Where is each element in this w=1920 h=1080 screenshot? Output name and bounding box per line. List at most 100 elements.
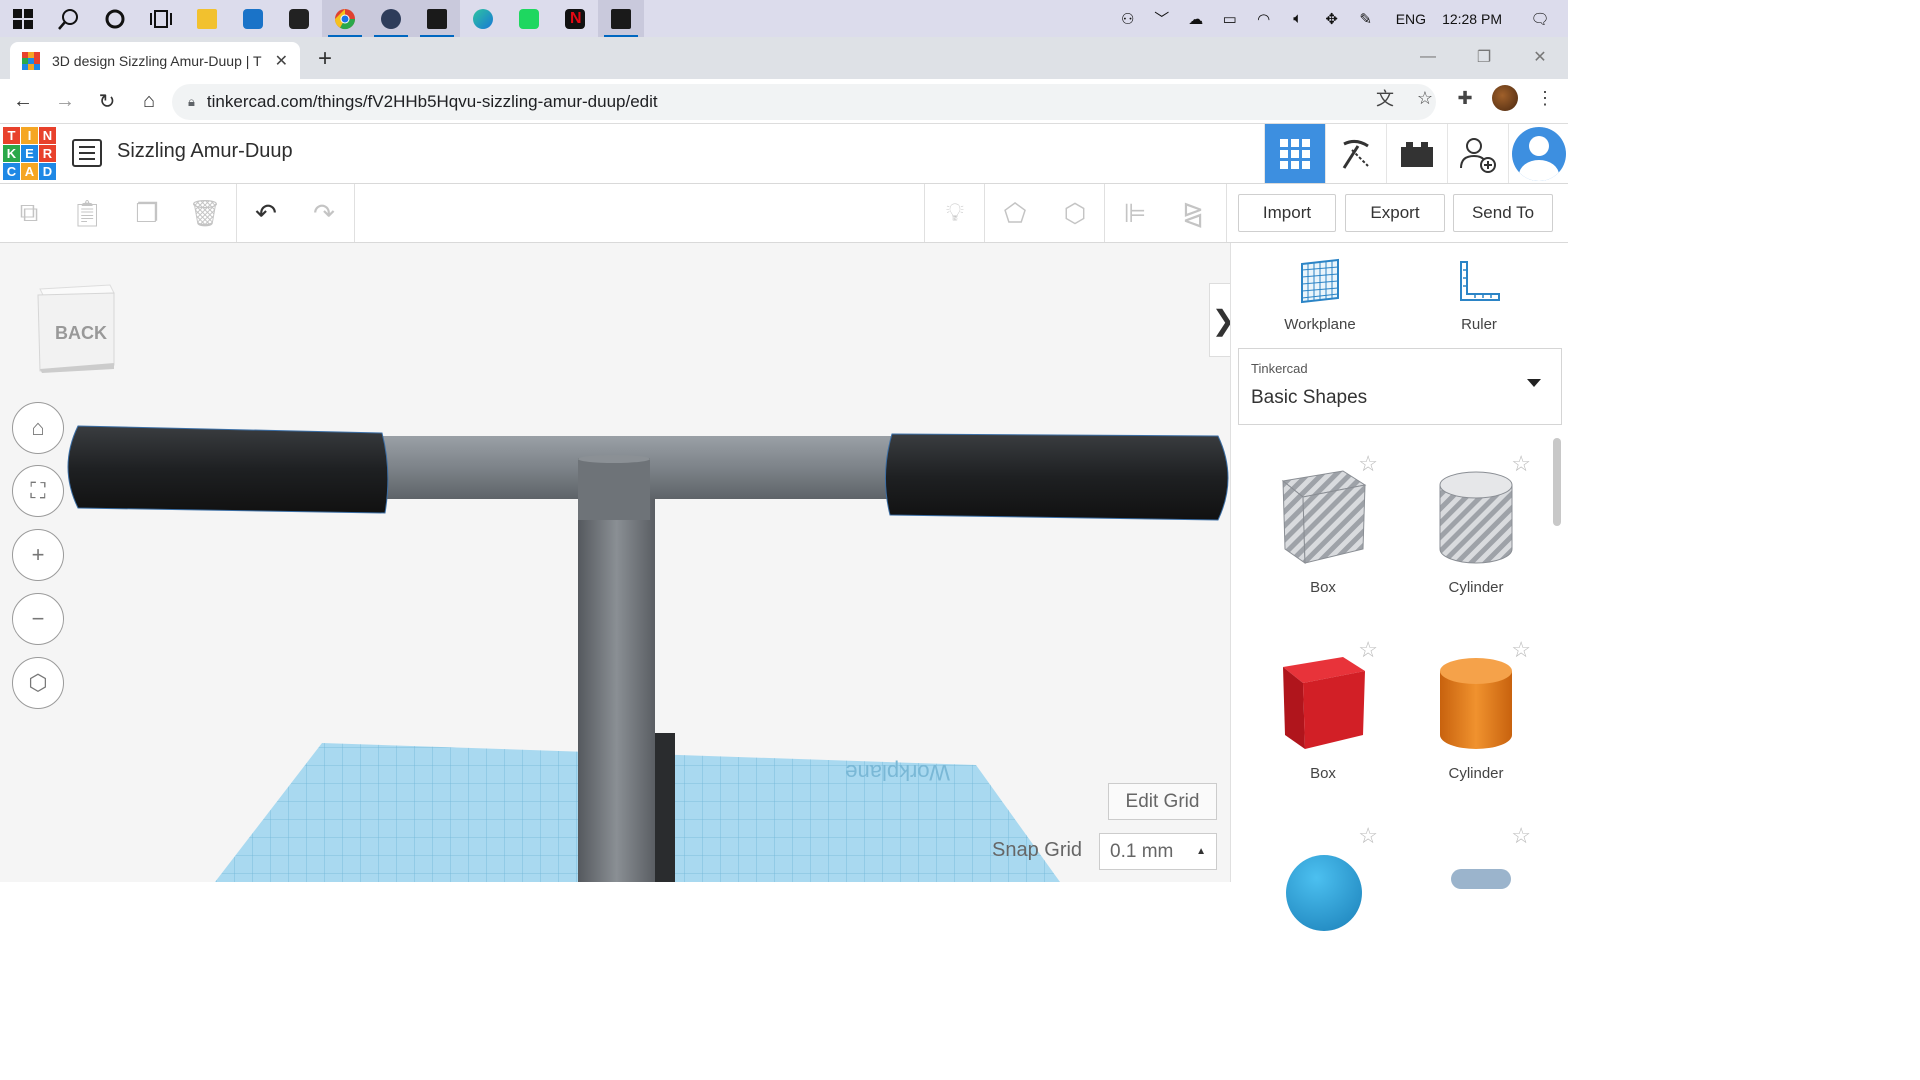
windows-start-icon[interactable] [0, 0, 46, 37]
duplicate-icon[interactable]: ❐ [118, 184, 176, 242]
favorite-star-icon[interactable]: ☆ [1511, 451, 1531, 477]
shield-app-icon[interactable] [368, 0, 414, 37]
favorite-star-icon[interactable]: ☆ [1358, 637, 1378, 663]
panel-scrollbar[interactable] [1553, 438, 1561, 526]
import-button[interactable]: Import [1238, 194, 1336, 232]
bookmark-star-icon[interactable]: ☆ [1412, 85, 1438, 111]
dropbox-icon[interactable]: ✥ [1318, 0, 1346, 37]
shapes-panel: Workplane Ruler Tinkercad Basic Shapes ☆… [1230, 243, 1568, 931]
close-window-icon[interactable]: ✕ [1512, 37, 1568, 77]
shape-item-cylinder-hole[interactable]: ☆ Cylinder [1401, 451, 1551, 596]
tab-close-icon[interactable]: ✕ [275, 51, 288, 71]
spotify-icon[interactable] [506, 0, 552, 37]
cortana-icon[interactable] [92, 0, 138, 37]
paste-icon[interactable]: 📋︎ [58, 184, 116, 242]
workplane-tool[interactable]: Workplane [1260, 258, 1380, 333]
profile-avatar[interactable] [1492, 85, 1518, 111]
codeblocks-button[interactable] [1325, 124, 1386, 183]
invite-user-button[interactable] [1447, 124, 1508, 183]
tinkercad-logo[interactable]: TIN KER CAD [3, 127, 56, 180]
view-switcher [1264, 124, 1568, 183]
netflix-icon[interactable]: N [552, 0, 598, 37]
send-to-button[interactable]: Send To [1453, 194, 1553, 232]
pickaxe-icon [1342, 139, 1369, 169]
snap-grid-select[interactable]: 0.1 mm ▲ [1099, 833, 1217, 870]
battery-icon[interactable]: ▭ [1216, 0, 1244, 37]
search-icon[interactable] [46, 0, 92, 37]
shape-item-box-hole[interactable]: ☆ Box [1248, 451, 1398, 596]
perspective-icon[interactable]: ⬡ [12, 657, 64, 709]
epic-games-icon[interactable] [414, 0, 460, 37]
ruler-tool[interactable]: Ruler [1419, 258, 1539, 333]
scene-canvas[interactable]: Workplane [0, 243, 1230, 882]
dropdown-caret-icon [1527, 379, 1541, 387]
volume-icon[interactable]: 🔈︎ [1284, 0, 1312, 37]
group-icon[interactable]: ⬠ [986, 184, 1044, 242]
fit-view-icon[interactable]: ⛶ [12, 465, 64, 517]
copy-icon[interactable]: ⧉ [0, 184, 58, 242]
file-explorer-icon[interactable] [184, 0, 230, 37]
pen-icon[interactable]: ✎ [1352, 0, 1380, 37]
reload-icon[interactable]: ↻ [88, 82, 126, 120]
mirror-icon[interactable]: ⧎ [1164, 184, 1222, 242]
task-view-icon[interactable] [138, 0, 184, 37]
home-view-icon[interactable]: ⌂ [12, 402, 64, 454]
onedrive-icon[interactable]: ☁ [1182, 0, 1210, 37]
delete-icon[interactable]: 🗑︎ [176, 184, 234, 242]
shape-item-box[interactable]: ☆ Box [1248, 637, 1398, 782]
edit-grid-button[interactable]: Edit Grid [1108, 783, 1217, 820]
3d-workspace[interactable]: Workplane BACK ⌂ ⛶ + − ⬡ Edit Grid Snap … [0, 243, 1230, 882]
menu-dots-icon[interactable]: ⋮ [1532, 85, 1558, 111]
chrome-icon[interactable] [322, 0, 368, 37]
right-grip-shape[interactable] [885, 433, 1229, 521]
lock-icon[interactable]: 🔒︎ [188, 94, 195, 110]
store-icon[interactable] [276, 0, 322, 37]
left-grip-shape[interactable] [67, 425, 389, 514]
language-indicator[interactable]: ENG [1396, 11, 1426, 27]
translate-icon[interactable]: 文 [1372, 85, 1398, 111]
forward-icon[interactable]: → [46, 82, 84, 120]
epic-games-icon-2[interactable] [598, 0, 644, 37]
favorite-star-icon[interactable]: ☆ [1358, 451, 1378, 477]
people-icon[interactable]: ⚇ [1114, 0, 1142, 37]
shape-item-cylinder[interactable]: ☆ Cylinder [1401, 637, 1551, 782]
back-icon[interactable]: ← [4, 82, 42, 120]
logo-letter: D [39, 163, 56, 180]
logo-letter: C [3, 163, 20, 180]
view-cube[interactable]: BACK [36, 283, 115, 373]
undo-icon[interactable]: ↶ [237, 184, 295, 242]
stem-shape[interactable] [578, 461, 655, 882]
favorite-star-icon[interactable]: ☆ [1511, 823, 1531, 849]
edge-icon[interactable] [460, 0, 506, 37]
user-avatar-button[interactable] [1508, 124, 1568, 183]
address-bar[interactable]: 🔒︎ tinkercad.com/things/fV2HHb5Hqvu-sizz… [172, 84, 1436, 120]
extensions-icon[interactable]: ✚ [1452, 85, 1478, 111]
restore-icon[interactable]: ❐ [1456, 37, 1512, 77]
zoom-out-icon[interactable]: − [12, 593, 64, 645]
3d-view-button[interactable] [1264, 124, 1325, 183]
ungroup-icon[interactable]: ⬡ [1046, 184, 1104, 242]
redo-icon[interactable]: ↷ [295, 184, 353, 242]
design-title[interactable]: Sizzling Amur-Duup [117, 140, 293, 163]
favorite-star-icon[interactable]: ☆ [1511, 637, 1531, 663]
minimize-icon[interactable]: — [1400, 37, 1456, 77]
lightbulb-icon[interactable]: 💡︎ [926, 184, 984, 242]
browser-tab[interactable]: 3D design Sizzling Amur-Duup | T ✕ [10, 42, 300, 79]
design-list-icon[interactable] [72, 139, 102, 167]
shape-library-select[interactable]: Tinkercad Basic Shapes [1238, 348, 1562, 425]
wifi-icon[interactable]: ◠ [1250, 0, 1278, 37]
browser-toolbar: ← → ↻ ⌂ 🔒︎ tinkercad.com/things/fV2HHb5H… [0, 79, 1568, 124]
chevron-up-icon[interactable]: ﹀ [1148, 0, 1176, 37]
notification-icon[interactable]: 🗨︎ [1526, 0, 1554, 37]
home-icon[interactable]: ⌂ [130, 82, 168, 120]
new-tab-icon[interactable]: + [318, 45, 332, 73]
zoom-in-icon[interactable]: + [12, 529, 64, 581]
bricks-button[interactable] [1386, 124, 1447, 183]
logo-letter: R [39, 145, 56, 162]
align-icon[interactable]: ⊫ [1106, 184, 1164, 242]
clock[interactable]: 12:28 PM [1442, 11, 1502, 27]
export-button[interactable]: Export [1345, 194, 1445, 232]
mail-icon[interactable] [230, 0, 276, 37]
favorite-star-icon[interactable]: ☆ [1358, 823, 1378, 849]
edit-toolbar: ⧉ 📋︎ ❐ 🗑︎ ↶ ↷ 💡︎ ⬠ ⬡ ⊫ ⧎ Import Export S… [0, 184, 1568, 243]
